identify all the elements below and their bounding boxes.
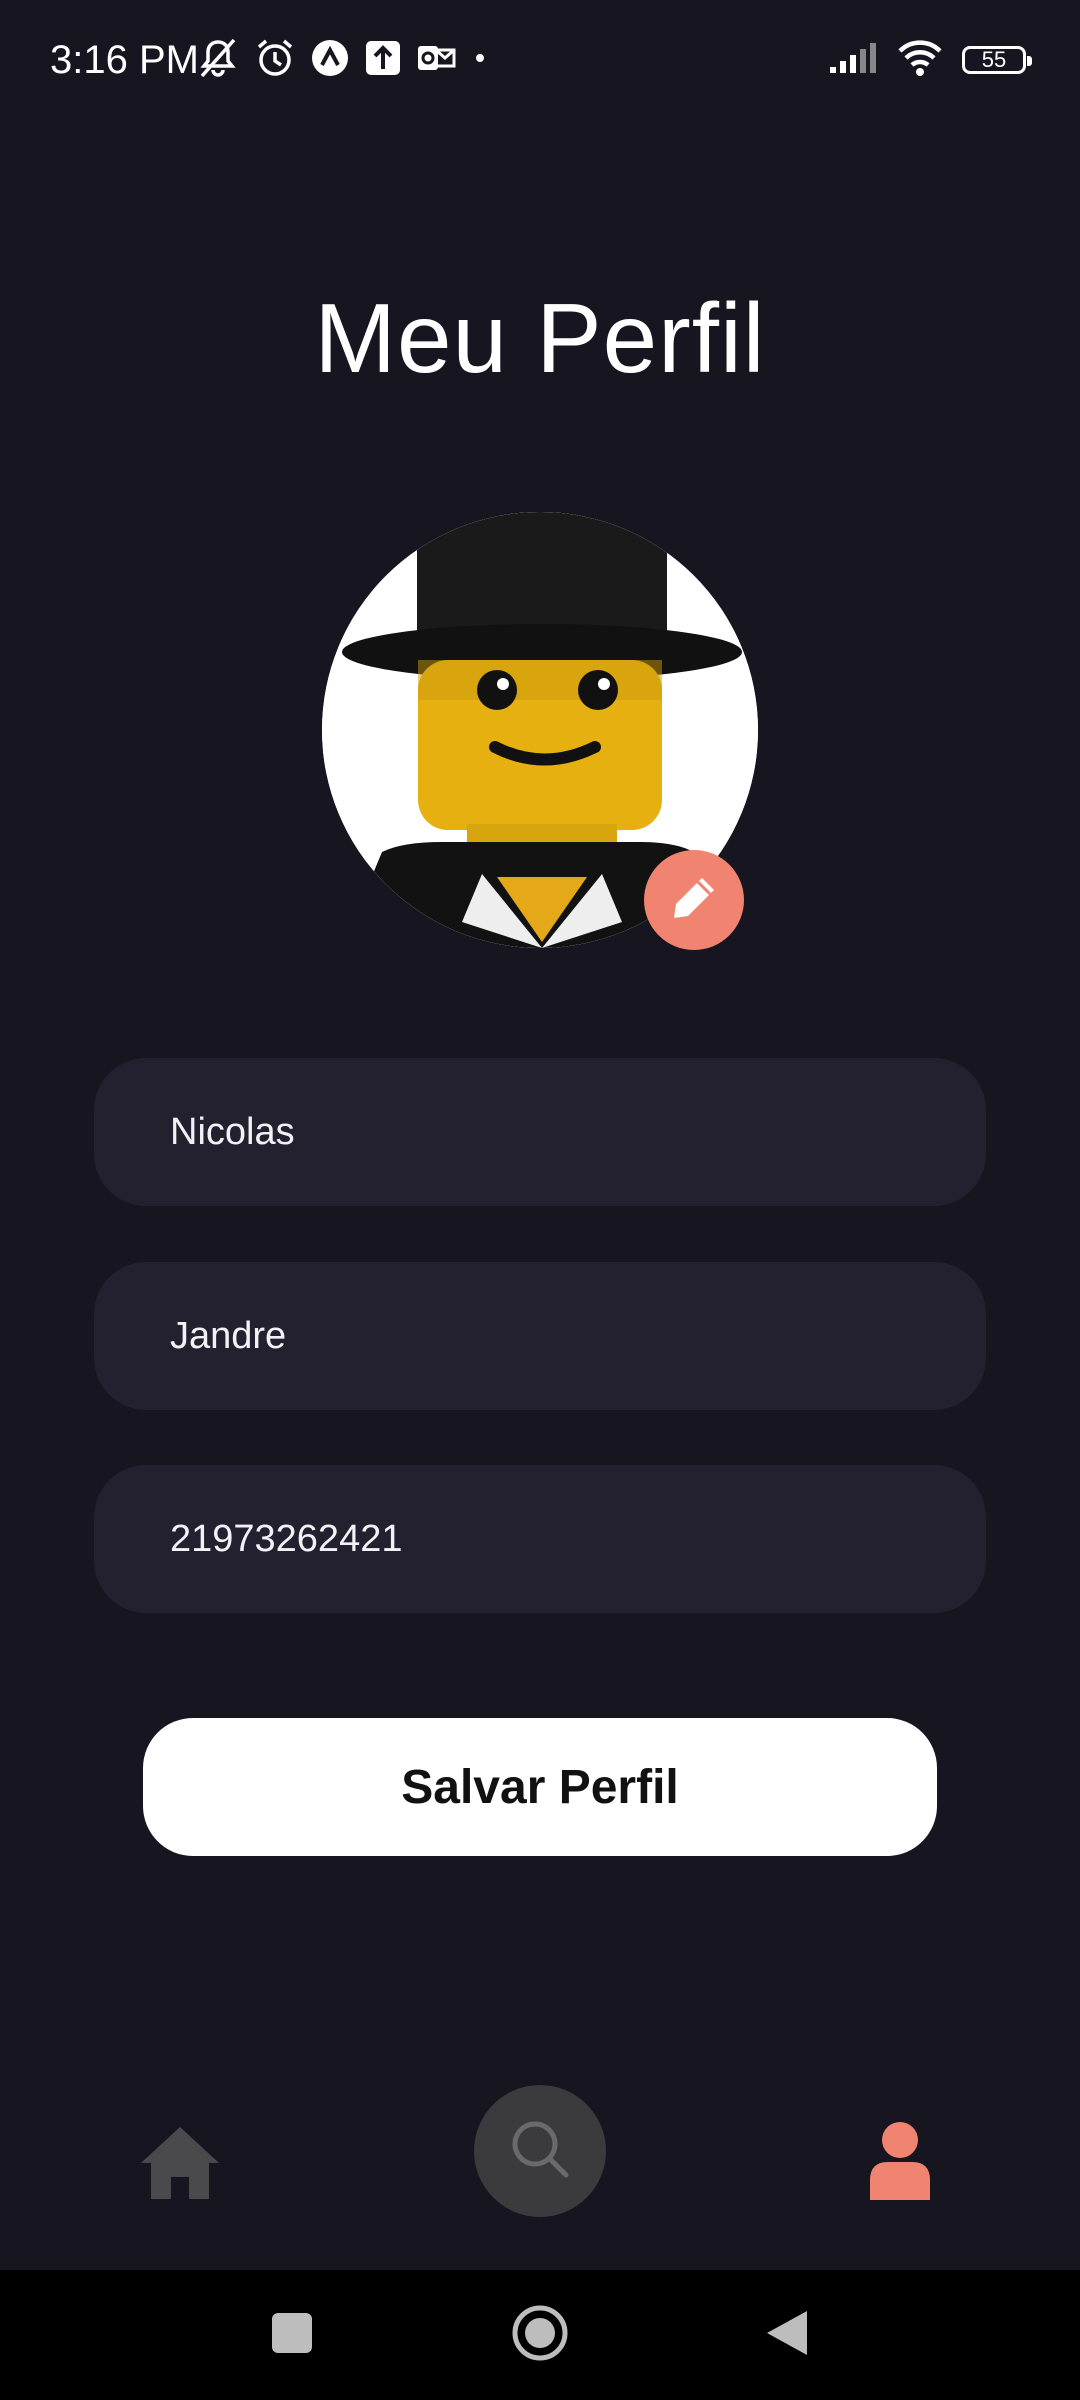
system-nav-bar — [0, 2270, 1080, 2400]
recents-button[interactable] — [257, 2300, 327, 2370]
status-bar: 3:16 PM 55 — [0, 0, 1080, 120]
home-system-button[interactable] — [505, 2300, 575, 2370]
phone-value: 21973262421 — [170, 1517, 403, 1560]
battery-icon: 55 — [962, 46, 1032, 74]
edit-avatar-button[interactable] — [644, 850, 744, 950]
avatar-container — [322, 512, 758, 950]
status-icons-right: 55 — [828, 36, 1032, 84]
phone-field[interactable]: 21973262421 — [94, 1465, 986, 1613]
last-name-field[interactable]: Jandre — [94, 1262, 986, 1410]
status-icons-left — [196, 34, 490, 86]
bottom-nav — [0, 2060, 1080, 2270]
alarm-icon — [254, 37, 296, 84]
nav-profile[interactable] — [850, 2112, 950, 2212]
nav-search[interactable] — [474, 2085, 606, 2217]
nav-app-icon — [310, 38, 350, 83]
search-icon — [508, 2117, 572, 2186]
back-triangle-icon — [765, 2309, 809, 2362]
mute-icon — [196, 36, 240, 85]
first-name-field[interactable]: Nicolas — [94, 1058, 986, 1206]
square-icon — [271, 2312, 313, 2359]
dot-icon — [470, 48, 490, 73]
signal-icon — [828, 41, 878, 80]
status-time: 3:16 PM — [50, 38, 199, 82]
save-profile-button[interactable]: Salvar Perfil — [143, 1718, 937, 1856]
last-name-value: Jandre — [170, 1314, 287, 1357]
circle-icon — [510, 2303, 570, 2368]
battery-level: 55 — [981, 47, 1007, 72]
home-icon — [139, 2125, 221, 2206]
back-button[interactable] — [752, 2300, 822, 2370]
first-name-value: Nicolas — [170, 1110, 295, 1153]
page-title: Meu Perfil — [314, 283, 766, 393]
pencil-icon — [668, 872, 720, 929]
profile-icon — [868, 2120, 932, 2205]
outlook-icon — [416, 40, 456, 81]
wifi-icon — [896, 39, 944, 82]
nav-home[interactable] — [130, 2115, 230, 2215]
upload-icon — [364, 39, 402, 82]
